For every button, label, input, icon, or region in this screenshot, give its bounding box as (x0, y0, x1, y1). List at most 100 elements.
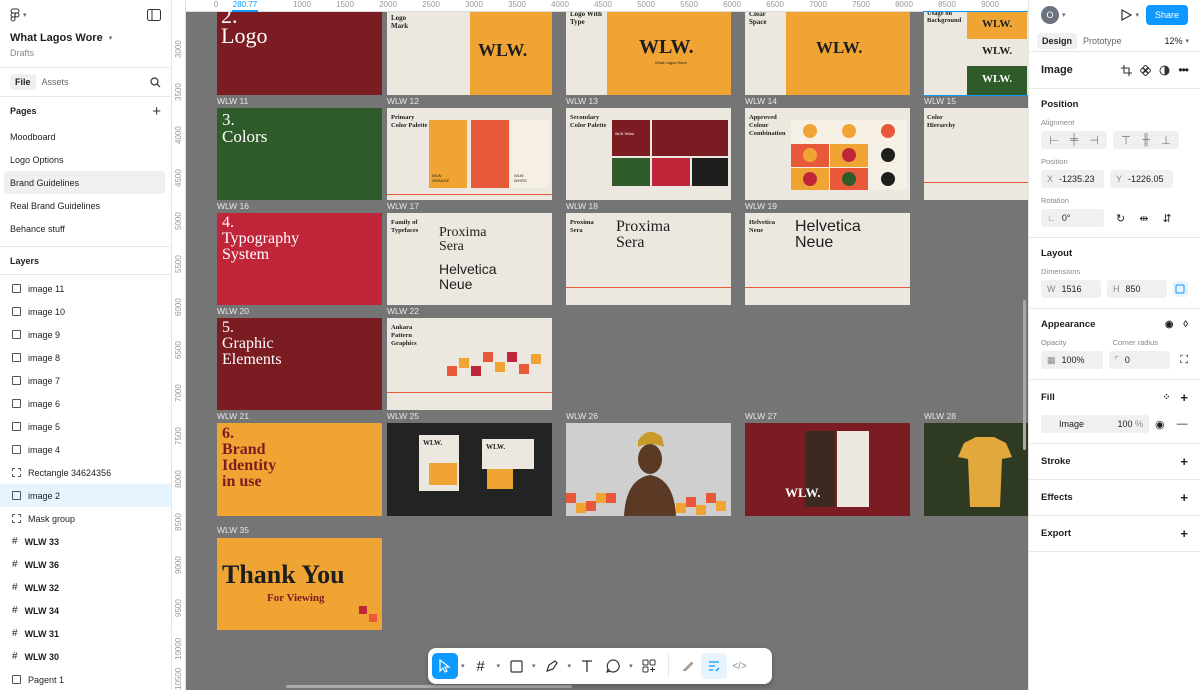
move-tool-button[interactable] (432, 653, 458, 679)
page-item[interactable]: Logo Options (0, 148, 171, 171)
add-fill-icon[interactable]: + (1180, 390, 1188, 405)
chevron-down-icon[interactable]: ▾ (568, 662, 572, 670)
frame-label[interactable]: WLW 12 (387, 96, 419, 106)
add-export-icon[interactable]: + (1180, 526, 1188, 541)
align-bottom-icon[interactable]: ⊥ (1156, 134, 1176, 147)
layer-row[interactable]: # WLW 33 (0, 530, 171, 553)
width-input[interactable]: W 1516 (1041, 280, 1101, 298)
page-item-selected[interactable]: Brand Guidelines (4, 171, 165, 194)
frame-label[interactable]: WLW 19 (745, 201, 777, 211)
slide-logo-title[interactable]: 2. Logo (217, 12, 382, 95)
slide-thank-you[interactable]: Thank You For Viewing (217, 538, 382, 630)
corner-radius-input[interactable]: ⌜ 0 (1108, 351, 1171, 369)
slide-ankara-pattern[interactable]: Ankara Pattern Graphics (387, 318, 552, 410)
rotation-input[interactable]: ∟ 0° (1041, 209, 1104, 227)
layer-row[interactable]: # WLW 36 (0, 553, 171, 576)
align-top-icon[interactable]: ⊤ (1116, 134, 1136, 147)
page-item[interactable]: Moodboard (0, 125, 171, 148)
frame-label[interactable]: WLW 20 (217, 306, 249, 316)
main-menu-button[interactable]: ▾ (10, 8, 30, 22)
frame-label[interactable]: WLW 16 (217, 201, 249, 211)
actions-tool-button[interactable] (636, 653, 662, 679)
layer-row[interactable]: image 10 (0, 300, 171, 323)
play-icon[interactable] (1120, 9, 1133, 21)
layer-row[interactable]: # WLW 30 (0, 645, 171, 668)
draw-mode-button[interactable] (675, 653, 701, 679)
eye-icon[interactable]: ◉ (1155, 418, 1165, 431)
text-tool-button[interactable] (574, 653, 600, 679)
add-page-icon[interactable]: + (152, 103, 161, 120)
layer-row[interactable]: image 5 (0, 415, 171, 438)
tab-file[interactable]: File (10, 74, 36, 90)
layer-row[interactable]: image 11 (0, 277, 171, 300)
user-avatar[interactable]: O (1041, 6, 1059, 24)
frame-label[interactable]: WLW 22 (387, 306, 419, 316)
slide-primary-palette[interactable]: Primary Color Palette WLW ORANGE WLW WHI… (387, 108, 552, 200)
chevron-down-icon[interactable]: ▾ (1062, 11, 1066, 19)
layer-row[interactable]: image 4 (0, 438, 171, 461)
flip-vertical-icon[interactable]: ⇵ (1162, 212, 1171, 225)
slide-colors-title[interactable]: 3. Colors (217, 108, 382, 200)
zoom-control[interactable]: 12% ▾ (1164, 36, 1192, 46)
share-button[interactable]: Share (1145, 5, 1188, 25)
x-position-input[interactable]: X -1235.23 (1041, 170, 1104, 188)
frame-label[interactable]: WLW 15 (924, 96, 956, 106)
slide-logo-mark[interactable]: Logo Mark WLW. (387, 12, 552, 95)
component-icon[interactable] (1140, 64, 1152, 76)
tab-design[interactable]: Design (1037, 32, 1078, 49)
layer-row[interactable]: image 8 (0, 346, 171, 369)
slide-stationery-mockup[interactable]: WLW. WLW. (387, 423, 552, 516)
add-effect-icon[interactable]: + (1180, 490, 1188, 505)
slide-clear-space[interactable]: Clear Space WLW. (745, 12, 910, 95)
slide-logo-type[interactable]: Logo With Type WLW. What Lagos Wore (566, 12, 731, 95)
chevron-down-icon[interactable]: ▾ (461, 662, 465, 670)
pen-tool-button[interactable] (539, 653, 565, 679)
slide-proxima-sera[interactable]: Proxima Sera Proxima Sera (566, 213, 731, 305)
slide-color-hierarchy[interactable]: Color Hierarchy (924, 108, 1028, 200)
slide-poster-mockup[interactable]: WLW. (745, 423, 910, 516)
comment-tool-button[interactable] (600, 653, 626, 679)
opacity-input[interactable]: ▦ 100% (1041, 351, 1103, 369)
layer-row-selected[interactable]: image 2 (0, 484, 171, 507)
y-position-input[interactable]: Y -1226.05 (1110, 170, 1173, 188)
layer-row[interactable]: image 9 (0, 323, 171, 346)
slide-secondary-palette[interactable]: Secondary Color Palette WLW Yellow (566, 108, 731, 200)
chevron-down-icon[interactable]: ▾ (532, 662, 536, 670)
align-right-icon[interactable]: ⊣ (1084, 134, 1104, 147)
frame-label[interactable]: WLW 11 (217, 96, 248, 106)
search-icon[interactable] (150, 76, 161, 88)
tab-prototype[interactable]: Prototype (1083, 36, 1122, 46)
independent-corners-icon[interactable]: ⛶ (1180, 354, 1188, 367)
layer-row[interactable]: Rectangle 34624356 (0, 461, 171, 484)
slide-graphic-elements[interactable]: 5. Graphic Elements (217, 318, 382, 410)
add-stroke-icon[interactable]: + (1180, 454, 1188, 469)
frame-label[interactable]: WLW 25 (387, 411, 419, 421)
layer-row[interactable]: # WLW 31 (0, 622, 171, 645)
chevron-down-icon[interactable]: ▾ (497, 662, 501, 670)
shape-tool-button[interactable] (503, 653, 529, 679)
frame-label[interactable]: WLW 21 (217, 411, 249, 421)
frame-label[interactable]: WLW 28 (924, 411, 956, 421)
slide-brand-identity[interactable]: 6. Brand Identity in use (217, 423, 382, 516)
rotate-icon[interactable]: ↻ (1116, 212, 1125, 225)
file-name-button[interactable]: What Lagos Wore ▾ (10, 32, 161, 44)
vertical-scrollbar[interactable] (1023, 300, 1026, 450)
page-item[interactable]: Behance stuff (0, 217, 171, 240)
eye-icon[interactable]: ◉ (1165, 319, 1173, 330)
frame-label[interactable]: WLW 13 (566, 96, 598, 106)
mask-icon[interactable] (1159, 65, 1170, 76)
slide-helvetica-neue[interactable]: Helvetica Neue Helvetica Neue (745, 213, 910, 305)
height-input[interactable]: H 850 (1106, 280, 1167, 298)
more-options-icon[interactable]: ••• (1178, 63, 1189, 77)
frame-label[interactable]: WLW 26 (566, 411, 598, 421)
frame-label[interactable]: WLW 14 (745, 96, 777, 106)
slide-tshirt-mockup[interactable] (924, 423, 1028, 516)
frame-label[interactable]: WLW 27 (745, 411, 777, 421)
flip-horizontal-icon[interactable]: ⇹ (1139, 212, 1148, 225)
chevron-down-icon[interactable]: ▾ (629, 662, 633, 670)
drop-icon[interactable]: ◊ (1183, 319, 1188, 330)
tab-assets[interactable]: Assets (42, 77, 69, 87)
styles-icon[interactable]: ⁘ (1162, 392, 1170, 403)
design-mode-button[interactable] (700, 653, 727, 679)
chevron-down-icon[interactable]: ▾ (1135, 11, 1139, 19)
